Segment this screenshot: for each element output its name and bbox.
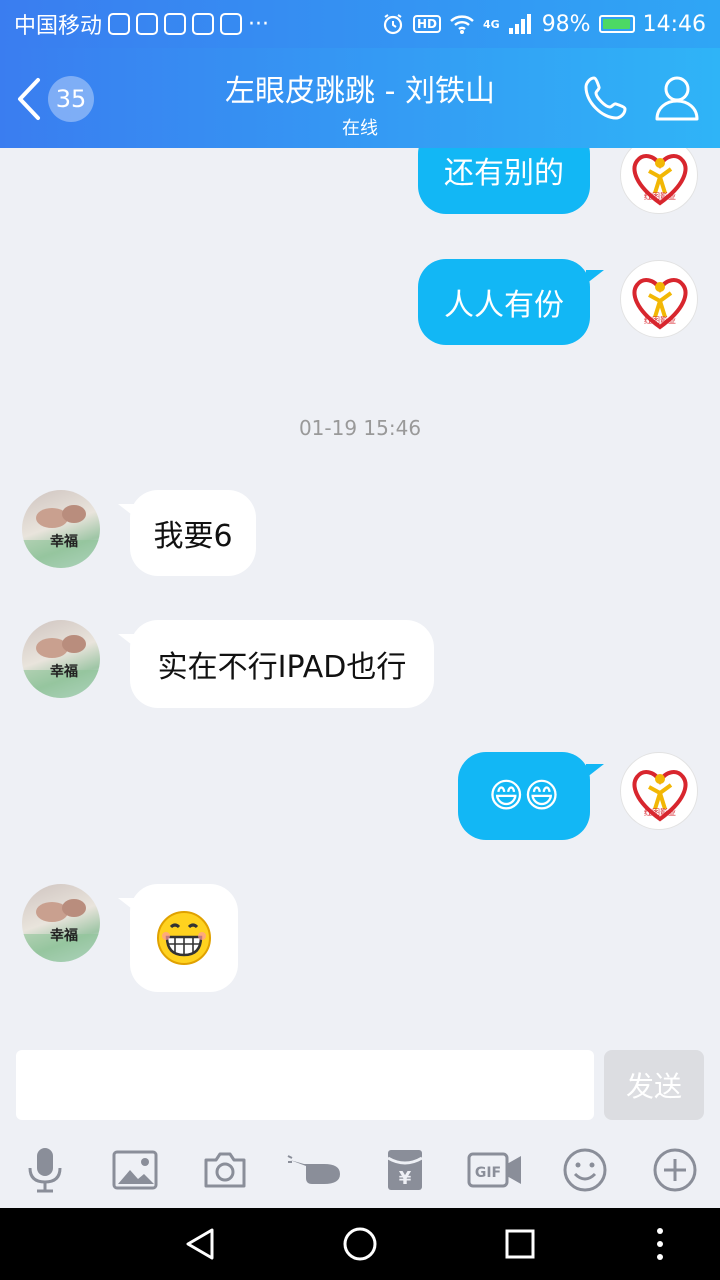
signal-icon [508, 14, 531, 34]
app-notification-icon [192, 13, 215, 35]
yen-label: ¥ [399, 1168, 412, 1189]
message-bubble[interactable]: 我要6 [130, 490, 256, 576]
heart-logo-icon: 红图影业 [632, 154, 688, 206]
self-avatar-caption: 红图影业 [644, 315, 676, 325]
message-input[interactable] [16, 1050, 594, 1120]
system-nav-bar [0, 1208, 720, 1280]
contact-avatar-caption: 幸福 [50, 663, 78, 680]
message-bubble[interactable]: 还有别的 [418, 148, 590, 214]
nav-recents-icon[interactable] [504, 1226, 536, 1262]
microphone-icon [28, 1148, 62, 1193]
more-button[interactable] [645, 1142, 705, 1198]
contact-avatar[interactable]: 幸福 [22, 490, 100, 568]
back-button[interactable]: 35 [14, 76, 94, 122]
gif-button[interactable]: GIF [465, 1142, 525, 1198]
self-avatar[interactable]: 红图影业 [620, 148, 698, 214]
message-bubble[interactable]: 😄😄 [458, 752, 590, 840]
send-button[interactable]: 发送 [604, 1050, 704, 1120]
camera-button[interactable] [195, 1142, 255, 1198]
message-bubble[interactable]: 实在不行IPAD也行 [130, 620, 434, 708]
input-toolbar: ¥ GIF [0, 1134, 720, 1208]
chat-title: 左眼皮跳跳 - 刘铁山 [225, 74, 495, 109]
online-status: 在线 [342, 118, 378, 139]
emoji-icon [563, 1148, 607, 1192]
image-icon [112, 1150, 158, 1190]
battery-icon [598, 15, 635, 33]
contact-avatar[interactable]: 幸福 [22, 884, 100, 962]
unread-count-badge: 35 [48, 76, 94, 122]
contact-photo-icon: 幸福 [22, 899, 100, 962]
poke-button[interactable] [285, 1142, 345, 1198]
network-type-label: 4G [483, 17, 500, 31]
plus-icon [653, 1148, 697, 1192]
message-bubble[interactable]: 人人有份 [418, 259, 590, 345]
emoji-button[interactable] [555, 1142, 615, 1198]
carrier-label: 中国移动 [14, 14, 103, 39]
self-avatar-caption: 红图影业 [644, 807, 676, 817]
red-packet-button[interactable]: ¥ [375, 1142, 435, 1198]
profile-icon[interactable] [654, 74, 700, 122]
contact-avatar[interactable]: 幸福 [22, 620, 100, 698]
sticker-bubble[interactable] [130, 884, 238, 992]
chat-header: 35 左眼皮跳跳 - 刘铁山 在线 [0, 48, 720, 148]
bubble-tail [586, 764, 604, 778]
status-bar: 中国移动 ··· HD 4G 98% 14:46 [0, 0, 720, 48]
more-notifications-icon: ··· [248, 11, 269, 37]
app-notification-icon [220, 13, 243, 35]
red-packet-icon: ¥ [387, 1150, 423, 1190]
gif-icon: GIF [467, 1152, 521, 1188]
hd-voice-icon: HD [412, 15, 441, 33]
contact-photo-icon: 幸福 [22, 505, 100, 568]
app-notification-icon [108, 13, 131, 35]
self-avatar[interactable]: 红图影业 [620, 752, 698, 830]
composer: 发送 [0, 1038, 720, 1134]
gif-label: GIF [475, 1165, 501, 1181]
app-notification-icon [164, 13, 187, 35]
camera-icon [204, 1152, 246, 1188]
self-avatar[interactable]: 红图影业 [620, 260, 698, 338]
chevron-left-icon [18, 78, 40, 120]
battery-percent: 98% [541, 11, 591, 37]
battery-level [602, 19, 630, 29]
bubble-tail [586, 270, 604, 284]
wifi-icon [450, 15, 474, 34]
nav-menu-icon[interactable] [650, 1226, 670, 1262]
timestamp: 01-19 15:46 [298, 416, 422, 440]
phone-icon[interactable] [582, 74, 630, 122]
photo-button[interactable] [105, 1142, 165, 1198]
contact-avatar-caption: 幸福 [50, 927, 78, 944]
app-notification-icon [136, 13, 159, 35]
nav-home-icon[interactable] [342, 1226, 378, 1262]
contact-photo-icon: 幸福 [22, 635, 100, 698]
self-avatar-caption: 红图影业 [644, 191, 676, 201]
voice-button[interactable] [15, 1142, 75, 1198]
big-grin-emoji-icon [157, 911, 211, 965]
heart-logo-icon: 红图影业 [632, 278, 688, 330]
clock: 14:46 [642, 11, 706, 37]
heart-logo-icon: 红图影业 [632, 770, 688, 822]
contact-avatar-caption: 幸福 [50, 533, 78, 550]
message-list[interactable]: 还有别的 红图影业 人人有份 红图影业 01-19 15:46 幸福 我要6 幸… [0, 148, 720, 1038]
chat-title-area[interactable]: 左眼皮跳跳 - 刘铁山 在线 [160, 66, 560, 140]
nav-back-icon[interactable] [182, 1226, 218, 1262]
poke-hand-icon [287, 1155, 340, 1184]
alarm-icon [383, 14, 403, 35]
